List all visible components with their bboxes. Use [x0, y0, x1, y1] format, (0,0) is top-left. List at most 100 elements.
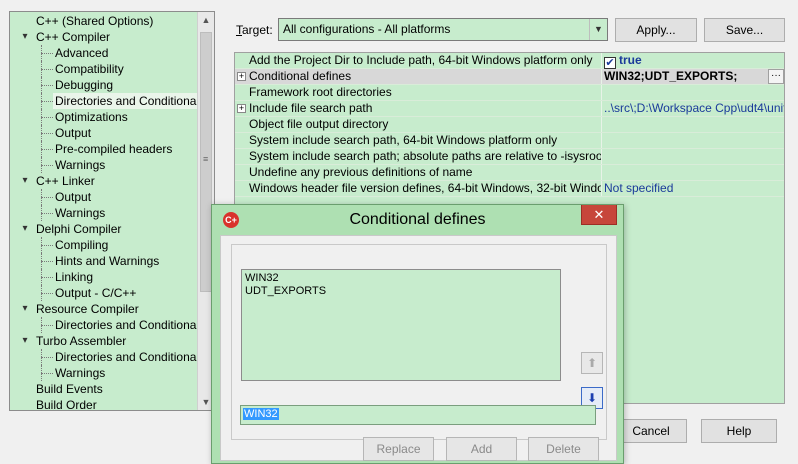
- tree-item-label: Debugging: [55, 78, 114, 92]
- tree-item[interactable]: Optimizations: [10, 109, 197, 125]
- tree-item-label: Compiling: [55, 238, 109, 252]
- property-value[interactable]: WIN32;UDT_EXPORTS;: [603, 69, 784, 84]
- tree-item-label: Warnings: [55, 366, 106, 380]
- property-value[interactable]: Not specified: [603, 181, 784, 196]
- property-row[interactable]: + Include file search path ..\src\;D:\Work…: [235, 101, 784, 117]
- property-value[interactable]: ✔ true: [603, 53, 784, 69]
- tree-guide: [41, 101, 53, 102]
- tree-guide: [41, 109, 42, 125]
- options-tree[interactable]: C++ (Shared Options) ▾ C++ Compiler Advance…: [9, 11, 215, 411]
- tree-item[interactable]: ▾ C++ Linker: [10, 173, 197, 189]
- tree-item[interactable]: Directories and Conditionals: [10, 317, 205, 333]
- property-row[interactable]: + Conditional defines WIN32;UDT_EXPORTS; ··…: [235, 69, 784, 85]
- property-row[interactable]: System include search path, 64-bit Windo…: [235, 133, 784, 149]
- expand-toggle-icon[interactable]: ▾: [20, 221, 30, 237]
- tree-item[interactable]: Warnings: [10, 157, 197, 173]
- tree-guide: [41, 45, 42, 61]
- scroll-up-icon[interactable]: ▲: [198, 12, 214, 28]
- tree-item-label: Delphi Compiler: [36, 222, 122, 236]
- property-row[interactable]: Undefine any previous definitions of nam…: [235, 165, 784, 181]
- tree-item[interactable]: Compiling: [10, 237, 197, 253]
- tree-item-label: Output - C/C++: [55, 286, 137, 300]
- property-value-text: WIN32;UDT_EXPORTS;: [604, 69, 738, 83]
- close-icon[interactable]: ✕: [581, 205, 617, 225]
- tree-item[interactable]: Debugging: [10, 77, 197, 93]
- property-gutter: [235, 165, 247, 181]
- tree-item-label: Directories and Conditionals: [55, 350, 206, 364]
- expand-plus-icon[interactable]: +: [237, 104, 246, 113]
- tree-item[interactable]: Advanced: [10, 45, 197, 61]
- list-item[interactable]: UDT_EXPORTS: [245, 285, 557, 298]
- tree-item[interactable]: Output: [10, 189, 197, 205]
- save-button[interactable]: Save...: [704, 18, 785, 42]
- tree-guide: [41, 133, 53, 134]
- help-button[interactable]: Help: [701, 419, 777, 443]
- chevron-down-icon[interactable]: ▼: [589, 19, 607, 40]
- tree-guide: [41, 285, 42, 301]
- tree-item[interactable]: Hints and Warnings: [10, 253, 197, 269]
- replace-button[interactable]: Replace: [363, 437, 434, 461]
- tree-item[interactable]: Warnings: [10, 205, 197, 221]
- tree-guide: [41, 85, 53, 86]
- expand-toggle-icon[interactable]: ▾: [20, 173, 30, 189]
- tree-guide: [41, 245, 53, 246]
- apply-button[interactable]: Apply...: [615, 18, 697, 42]
- cancel-button[interactable]: Cancel: [615, 419, 687, 443]
- property-row[interactable]: Object file output directory: [235, 117, 784, 133]
- tree-item[interactable]: Directories and Conditionals: [10, 93, 208, 109]
- property-row[interactable]: Framework root directories: [235, 85, 784, 101]
- expand-toggle-icon[interactable]: ▾: [20, 333, 30, 349]
- property-row[interactable]: Add the Project Dir to Include path, 64-…: [235, 53, 784, 69]
- tree-item-label: Turbo Assembler: [36, 334, 127, 348]
- tree-item[interactable]: Linking: [10, 269, 197, 285]
- tree-item-label: Compatibility: [55, 62, 124, 76]
- define-input[interactable]: WIN32: [240, 405, 596, 425]
- list-item[interactable]: WIN32: [245, 272, 557, 285]
- ellipsis-button[interactable]: ···: [768, 69, 784, 84]
- expand-toggle-icon[interactable]: ▾: [20, 301, 30, 317]
- tree-item[interactable]: Warnings: [10, 365, 197, 381]
- tree-item[interactable]: Build Order: [10, 397, 197, 411]
- tree-item[interactable]: Compatibility: [10, 61, 197, 77]
- tree-item[interactable]: Output - C/C++: [10, 285, 197, 301]
- property-name: Add the Project Dir to Include path, 64-…: [249, 53, 602, 68]
- defines-list[interactable]: WIN32 UDT_EXPORTS: [241, 269, 561, 381]
- add-button[interactable]: Add: [446, 437, 517, 461]
- tree-guide: [41, 293, 53, 294]
- tree-item[interactable]: Output: [10, 125, 197, 141]
- tree-item-label: Directories and Conditionals: [55, 318, 206, 332]
- tree-item-label: C++ (Shared Options): [36, 14, 154, 28]
- property-value[interactable]: ..\src\;D:\Workspace Cpp\udt4\unit\;..: [603, 101, 784, 116]
- tree-guide: [41, 141, 42, 157]
- tree-item-label: Build Order: [36, 398, 97, 411]
- tree-item[interactable]: Directories and Conditionals: [10, 349, 205, 365]
- delete-button[interactable]: Delete: [528, 437, 599, 461]
- target-label: Target:: [236, 23, 273, 37]
- tree-guide: [41, 125, 42, 141]
- tree-item[interactable]: ▾ Resource Compiler: [10, 301, 197, 317]
- expand-plus-icon[interactable]: +: [237, 72, 246, 81]
- property-row[interactable]: System include search path; absolute pat…: [235, 149, 784, 165]
- property-gutter: [235, 85, 247, 101]
- tree-item-label: Optimizations: [55, 110, 128, 124]
- tree-guide: [41, 237, 42, 253]
- property-row[interactable]: Windows header file version defines, 64-…: [235, 181, 784, 197]
- target-select[interactable]: All configurations - All platforms ▼: [278, 18, 608, 41]
- tree-items: C++ (Shared Options) ▾ C++ Compiler Advance…: [10, 13, 208, 411]
- property-name: Windows header file version defines, 64-…: [249, 181, 602, 196]
- tree-guide: [41, 269, 42, 285]
- tree-item[interactable]: C++ (Shared Options): [10, 13, 197, 29]
- tree-item-label: Build Events: [36, 382, 103, 396]
- tree-item[interactable]: ▾ C++ Compiler: [10, 29, 197, 45]
- tree-guide: [41, 93, 42, 109]
- expand-toggle-icon[interactable]: ▾: [20, 29, 30, 45]
- tree-item[interactable]: ▾ Delphi Compiler: [10, 221, 197, 237]
- checkbox-checked-icon[interactable]: ✔: [604, 57, 616, 69]
- tree-item[interactable]: Build Events: [10, 381, 197, 397]
- tree-item[interactable]: Pre-compiled headers: [10, 141, 197, 157]
- move-up-icon[interactable]: ⬆: [581, 352, 603, 374]
- tree-item-label: Resource Compiler: [36, 302, 139, 316]
- tree-item-label: Linking: [55, 270, 94, 284]
- tree-item[interactable]: ▾ Turbo Assembler: [10, 333, 197, 349]
- property-name: System include search path; absolute pat…: [249, 149, 602, 164]
